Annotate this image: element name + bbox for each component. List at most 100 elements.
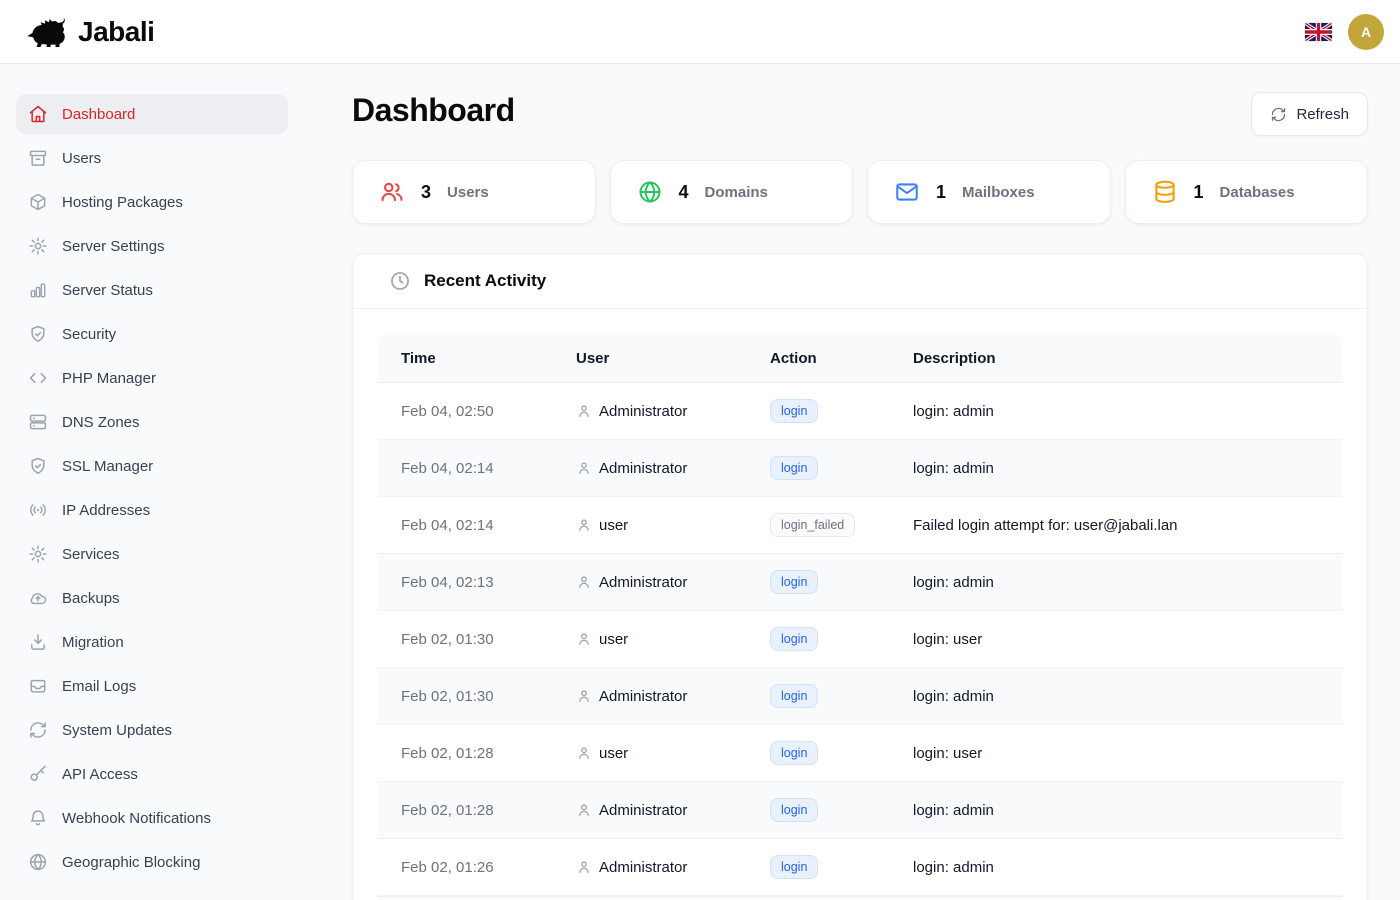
person-icon (576, 745, 592, 761)
sidebar-item-label: API Access (62, 766, 138, 783)
sidebar-item-services[interactable]: Services (16, 534, 288, 574)
column-header-time: Time (377, 335, 576, 383)
sidebar-item-system-updates[interactable]: System Updates (16, 710, 288, 750)
cell-time: Feb 02, 01:28 (377, 725, 576, 782)
brand-logo[interactable]: Jabali (24, 16, 154, 48)
sidebar-item-label: Backups (62, 590, 120, 607)
cell-description: login: user (913, 611, 1343, 668)
cell-description: login: admin (913, 554, 1343, 611)
cell-description: login: admin (913, 440, 1343, 497)
sidebar-item-server-settings[interactable]: Server Settings (16, 226, 288, 266)
recent-activity-title: Recent Activity (424, 271, 546, 291)
bell-icon (28, 808, 48, 828)
sidebar-item-label: Users (62, 150, 101, 167)
sidebar-item-label: Hosting Packages (62, 194, 183, 211)
stat-card-mailboxes[interactable]: 1 Mailboxes (867, 160, 1111, 224)
table-row: Feb 02, 01:28 user login login: user (377, 725, 1343, 782)
sidebar-item-dashboard[interactable]: Dashboard (16, 94, 288, 134)
recent-activity-card: Recent Activity Time User Action Descrip… (352, 253, 1368, 900)
language-flag-icon[interactable] (1305, 23, 1332, 41)
sidebar-item-email-logs[interactable]: Email Logs (16, 666, 288, 706)
server-icon (28, 412, 48, 432)
action-badge: login (770, 399, 818, 423)
sidebar-item-label: Geographic Blocking (62, 854, 200, 871)
home-icon (28, 104, 48, 124)
cell-time: Feb 02, 01:28 (377, 782, 576, 839)
cell-time: Feb 04, 02:14 (377, 440, 576, 497)
sidebar-item-label: Services (62, 546, 120, 563)
person-icon (576, 688, 592, 704)
user-avatar[interactable]: A (1348, 14, 1384, 50)
sidebar-item-geographic-blocking[interactable]: Geographic Blocking (16, 842, 288, 882)
cell-user: Administrator (599, 802, 687, 819)
cell-user: Administrator (599, 574, 687, 591)
cell-time: Feb 04, 02:14 (377, 497, 576, 554)
person-icon (576, 859, 592, 875)
top-header: Jabali A (0, 0, 1400, 64)
sidebar-item-php-manager[interactable]: PHP Manager (16, 358, 288, 398)
broadcast-icon (28, 500, 48, 520)
sidebar-item-users[interactable]: Users (16, 138, 288, 178)
cell-description: login: admin (913, 839, 1343, 896)
sidebar-item-label: Migration (62, 634, 124, 651)
refresh-icon (1270, 106, 1287, 123)
sidebar-item-label: System Updates (62, 722, 172, 739)
refresh-icon (28, 720, 48, 740)
sidebar-item-ip-addresses[interactable]: IP Addresses (16, 490, 288, 530)
sidebar-item-backups[interactable]: Backups (16, 578, 288, 618)
cell-description: login: admin (913, 383, 1343, 440)
sidebar-item-label: Server Settings (62, 238, 165, 255)
cell-time: Feb 04, 02:13 (377, 554, 576, 611)
person-icon (576, 403, 592, 419)
cell-time: Feb 02, 01:26 (377, 839, 576, 896)
database-icon (1152, 179, 1178, 205)
globe-icon (28, 852, 48, 872)
mail-icon (894, 179, 920, 205)
table-row: Feb 04, 02:50 Administrator login login:… (377, 383, 1343, 440)
table-row: Feb 04, 02:13 Administrator login login:… (377, 554, 1343, 611)
refresh-button[interactable]: Refresh (1251, 92, 1368, 136)
sidebar-item-hosting-packages[interactable]: Hosting Packages (16, 182, 288, 222)
cell-description: Failed login attempt for: user@jabali.la… (913, 497, 1343, 554)
stat-value: 1 (936, 182, 946, 203)
column-header-user: User (576, 335, 770, 383)
sidebar-item-label: Webhook Notifications (62, 810, 211, 827)
action-badge: login (770, 798, 818, 822)
stat-label: Domains (705, 184, 768, 201)
table-row: Feb 02, 01:28 Administrator login login:… (377, 782, 1343, 839)
person-icon (576, 574, 592, 590)
action-badge: login_failed (770, 513, 855, 537)
stat-label: Mailboxes (962, 184, 1035, 201)
gear-icon (28, 236, 48, 256)
code-icon (28, 368, 48, 388)
activity-table: Time User Action Description Feb 04, 02:… (377, 335, 1343, 896)
stat-card-domains[interactable]: 4 Domains (610, 160, 854, 224)
boar-logo-icon (24, 16, 70, 47)
action-badge: login (770, 456, 818, 480)
table-row: Feb 02, 01:30 Administrator login login:… (377, 668, 1343, 725)
stat-card-users[interactable]: 3 Users (352, 160, 596, 224)
cell-description: login: admin (913, 668, 1343, 725)
sidebar-item-api-access[interactable]: API Access (16, 754, 288, 794)
stat-label: Users (447, 184, 489, 201)
stat-value: 1 (1194, 182, 1204, 203)
person-icon (576, 802, 592, 818)
sidebar-item-webhook-notifications[interactable]: Webhook Notifications (16, 798, 288, 838)
clock-icon (389, 270, 411, 292)
sidebar-item-server-status[interactable]: Server Status (16, 270, 288, 310)
sidebar-item-dns-zones[interactable]: DNS Zones (16, 402, 288, 442)
sidebar-item-ssl-manager[interactable]: SSL Manager (16, 446, 288, 486)
person-icon (576, 460, 592, 476)
action-badge: login (770, 627, 818, 651)
cloud-upload-icon (28, 588, 48, 608)
cell-user: user (599, 517, 628, 534)
stat-card-databases[interactable]: 1 Databases (1125, 160, 1369, 224)
brand-name: Jabali (78, 16, 154, 48)
sidebar-item-label: Security (62, 326, 116, 343)
sidebar-item-security[interactable]: Security (16, 314, 288, 354)
cell-user: Administrator (599, 859, 687, 876)
archive-icon (28, 148, 48, 168)
table-row: Feb 04, 02:14 user login_failed Failed l… (377, 497, 1343, 554)
bar-chart-icon (28, 280, 48, 300)
sidebar-item-migration[interactable]: Migration (16, 622, 288, 662)
